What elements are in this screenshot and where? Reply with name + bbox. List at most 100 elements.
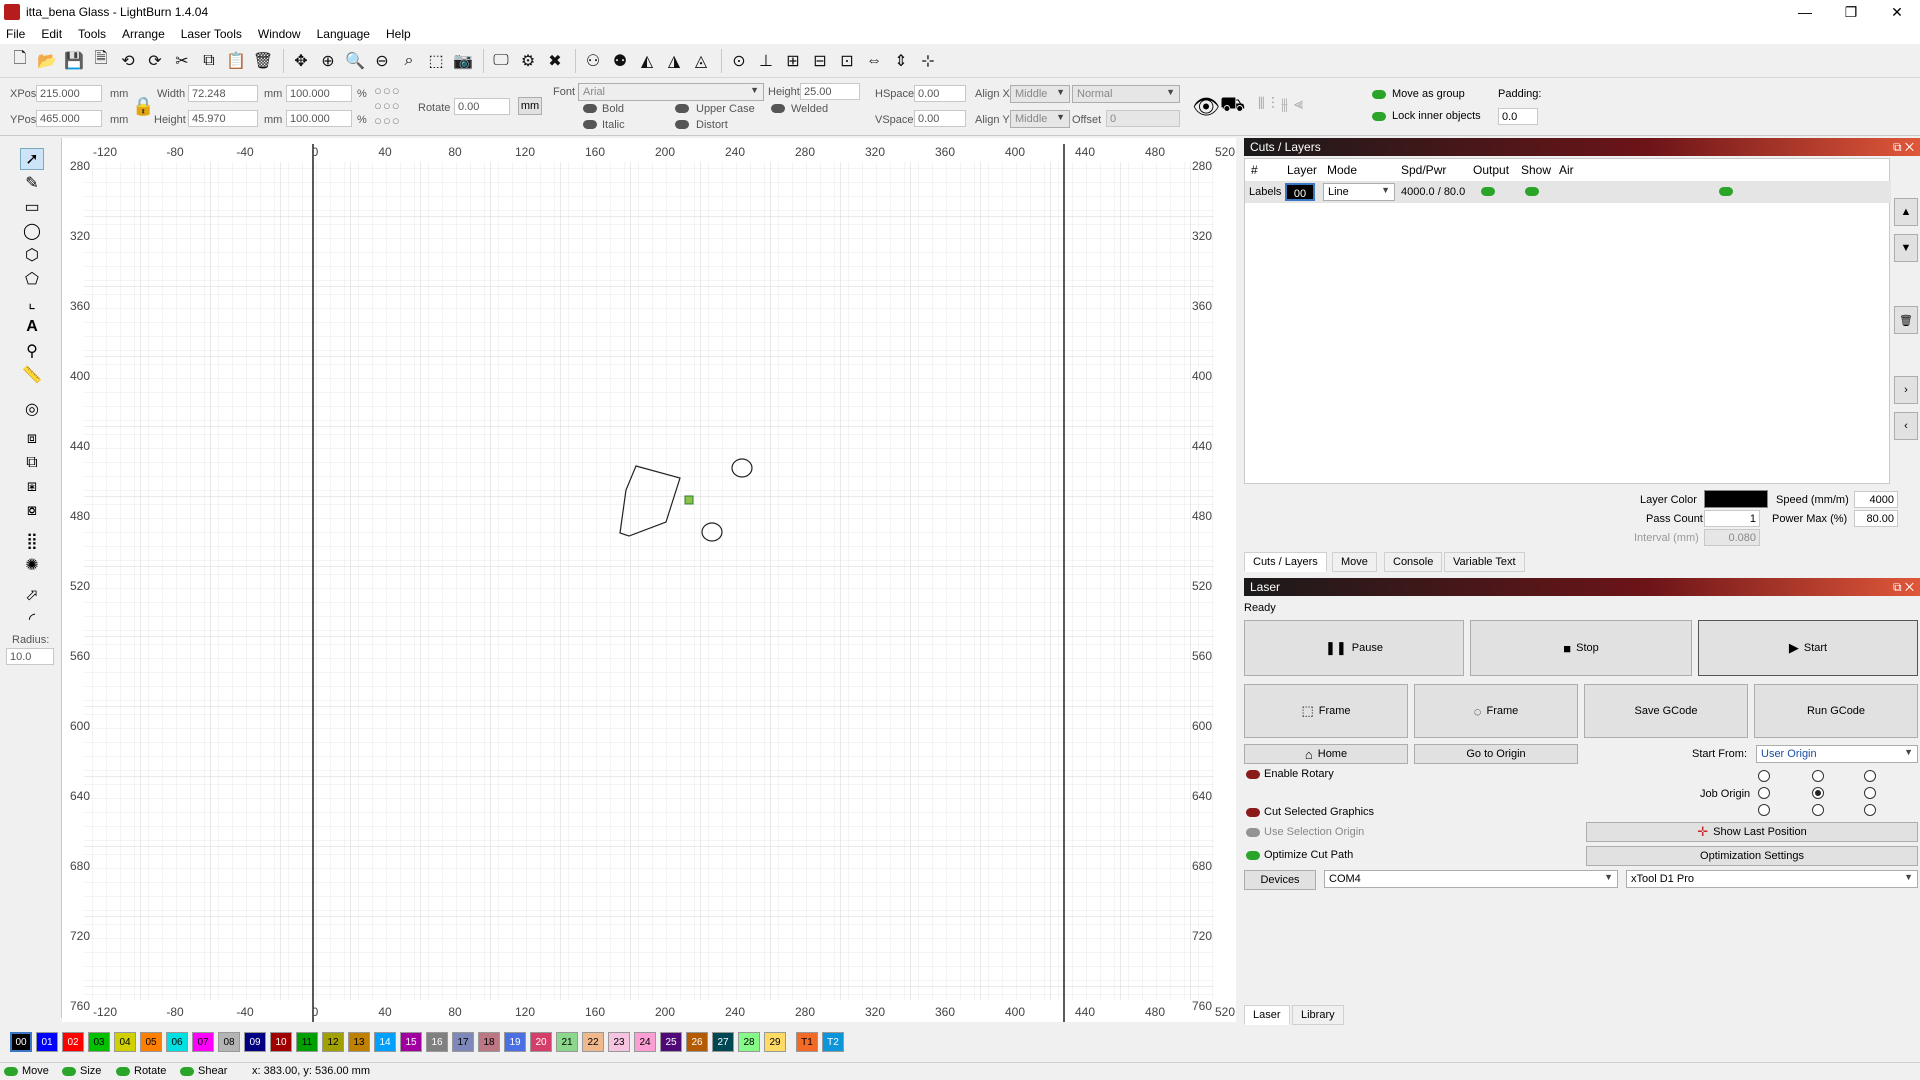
palette-swatch-20[interactable]: 20 bbox=[530, 1032, 552, 1052]
ellipse-tool-icon[interactable]: ◯ bbox=[20, 220, 44, 242]
maximize-button[interactable]: ❐ bbox=[1828, 4, 1874, 21]
job-origin-middle-left[interactable] bbox=[1758, 787, 1770, 799]
zoom-selection-icon[interactable]: ⬚ bbox=[424, 49, 448, 73]
palette-swatch-21[interactable]: 21 bbox=[556, 1032, 578, 1052]
height-percent-input[interactable] bbox=[286, 110, 352, 127]
circular-array-icon[interactable]: ✺ bbox=[20, 554, 44, 576]
new-file-icon[interactable]: 🗋 bbox=[8, 49, 32, 73]
palette-swatch-26[interactable]: 26 bbox=[686, 1032, 708, 1052]
width-percent-input[interactable] bbox=[286, 85, 352, 102]
enable-rotary-toggle[interactable] bbox=[1246, 770, 1260, 779]
bold-toggle[interactable] bbox=[583, 104, 597, 113]
job-origin-bottom-center[interactable] bbox=[1812, 804, 1824, 816]
row-show-toggle[interactable] bbox=[1525, 187, 1539, 196]
palette-swatch-13[interactable]: 13 bbox=[348, 1032, 370, 1052]
palette-swatch-01[interactable]: 01 bbox=[36, 1032, 58, 1052]
expand-right-icon[interactable]: › bbox=[1894, 376, 1918, 404]
run-gcode-button[interactable]: Run GCode bbox=[1754, 684, 1918, 738]
speed-input[interactable] bbox=[1854, 491, 1898, 508]
start-from-select[interactable]: User Origin ▼ bbox=[1756, 745, 1918, 763]
welded-toggle[interactable] bbox=[771, 104, 785, 113]
menu-tools[interactable]: Tools bbox=[78, 27, 106, 41]
open-folder-icon[interactable]: 📂 bbox=[35, 49, 59, 73]
palette-swatch-07[interactable]: 07 bbox=[192, 1032, 214, 1052]
delete-layer-icon[interactable]: 🗑 bbox=[1894, 306, 1918, 334]
save-gcode-button[interactable]: Save GCode bbox=[1584, 684, 1748, 738]
palette-swatch-25[interactable]: 25 bbox=[660, 1032, 682, 1052]
selection-center-marker[interactable] bbox=[684, 495, 694, 505]
tab-move[interactable]: Move bbox=[1332, 552, 1377, 572]
polygon-tool-icon[interactable]: ⬡ bbox=[20, 244, 44, 266]
minimize-button[interactable]: — bbox=[1782, 4, 1828, 21]
lock-inner-objects-toggle[interactable] bbox=[1372, 112, 1386, 121]
palette-swatch-23[interactable]: 23 bbox=[608, 1032, 630, 1052]
center-icon[interactable]: ⊙ bbox=[727, 49, 751, 73]
design-canvas[interactable]: -120 -80 -40 0 40 80 120 160 200 240 280 320 360 400 4… bbox=[62, 138, 1236, 1022]
font-select[interactable]: Arial ▼ bbox=[578, 83, 764, 101]
italic-toggle[interactable] bbox=[583, 120, 597, 129]
delete-icon[interactable]: 🗑 bbox=[251, 49, 275, 73]
job-origin-center[interactable] bbox=[1812, 787, 1824, 799]
undo-icon[interactable]: ⟲ bbox=[116, 49, 140, 73]
palette-swatch-22[interactable]: 22 bbox=[582, 1032, 604, 1052]
ungroup-icon[interactable]: ⚉ bbox=[608, 49, 632, 73]
layer-color-swatch[interactable] bbox=[1704, 490, 1768, 508]
boolean-intersect-icon[interactable]: ⧆ bbox=[20, 476, 44, 498]
close-button[interactable]: ✕ bbox=[1874, 4, 1920, 21]
move-icon[interactable]: ✥ bbox=[289, 49, 313, 73]
palette-swatch-15[interactable]: 15 bbox=[400, 1032, 422, 1052]
tabs-tool-icon[interactable]: ⬀ bbox=[20, 584, 44, 606]
redo-icon[interactable]: ⟳ bbox=[143, 49, 167, 73]
select-tool-icon[interactable]: ➚ bbox=[20, 148, 44, 170]
align-tools-icon[interactable]: ⫴⫶⫵⫷ bbox=[1258, 96, 1309, 114]
zoom-fit-icon[interactable]: 🔍 bbox=[343, 49, 367, 73]
tab-variable-text[interactable]: Variable Text bbox=[1444, 552, 1525, 572]
flip-horizontal-icon[interactable]: ◭ bbox=[635, 49, 659, 73]
offset-tool-icon[interactable]: ◎ bbox=[20, 398, 44, 420]
rotate-input[interactable] bbox=[454, 98, 510, 115]
cut-icon[interactable]: ✂ bbox=[170, 49, 194, 73]
location-pin-icon[interactable]: ⚲ bbox=[20, 340, 44, 362]
weld-icon[interactable]: ⧇ bbox=[20, 500, 44, 522]
text-mode-select[interactable]: Normal ▼ bbox=[1072, 85, 1180, 103]
tab-cuts-layers[interactable]: Cuts / Layers bbox=[1244, 552, 1327, 572]
make-same-width-icon[interactable]: ⇔ bbox=[862, 49, 886, 73]
zoom-in-icon[interactable]: ⊕ bbox=[316, 49, 340, 73]
palette-swatch-29[interactable]: 29 bbox=[764, 1032, 786, 1052]
distribute-v-icon[interactable]: ⊡ bbox=[835, 49, 859, 73]
move-as-group-toggle[interactable] bbox=[1372, 90, 1386, 99]
menu-arrange[interactable]: Arrange bbox=[122, 27, 165, 41]
frame-rect-button[interactable]: ⬚ Frame bbox=[1244, 684, 1408, 738]
palette-swatch-12[interactable]: 12 bbox=[322, 1032, 344, 1052]
tab-laser[interactable]: Laser bbox=[1244, 1005, 1290, 1025]
palette-swatch-17[interactable]: 17 bbox=[452, 1032, 474, 1052]
job-origin-top-right[interactable] bbox=[1864, 770, 1876, 782]
job-origin-bottom-left[interactable] bbox=[1758, 804, 1770, 816]
row-mode-select[interactable]: Line ▼ bbox=[1323, 183, 1395, 201]
menu-laser-tools[interactable]: Laser Tools bbox=[181, 27, 242, 41]
height-input[interactable] bbox=[188, 110, 258, 127]
tools-icon[interactable]: ✖ bbox=[543, 49, 567, 73]
palette-swatch-03[interactable]: 03 bbox=[88, 1032, 110, 1052]
measure-ruler-icon[interactable]: 📏 bbox=[20, 364, 44, 386]
menu-help[interactable]: Help bbox=[386, 27, 411, 41]
distribute-h-icon[interactable]: ⊟ bbox=[808, 49, 832, 73]
boolean-union-icon[interactable]: ⧈ bbox=[20, 428, 44, 450]
stop-button[interactable]: ■ Stop bbox=[1470, 620, 1692, 676]
job-origin-top-center[interactable] bbox=[1812, 770, 1824, 782]
row-air-toggle[interactable] bbox=[1719, 187, 1733, 196]
width-input[interactable] bbox=[188, 85, 258, 102]
monitor-icon[interactable]: 🖵 bbox=[489, 49, 513, 73]
move-layer-up-icon[interactable]: ▲ bbox=[1894, 198, 1918, 226]
mirror-icon[interactable]: ◬ bbox=[689, 49, 713, 73]
palette-swatch-09[interactable]: 09 bbox=[244, 1032, 266, 1052]
pass-count-input[interactable] bbox=[1704, 510, 1760, 527]
save-icon[interactable]: 💾 bbox=[62, 49, 86, 73]
palette-swatch-t2[interactable]: T2 bbox=[822, 1032, 844, 1052]
unit-toggle-button[interactable]: mm bbox=[518, 97, 542, 115]
save-as-icon[interactable]: 🗎 bbox=[89, 49, 113, 73]
size-toggle[interactable] bbox=[62, 1067, 76, 1076]
palette-swatch-00[interactable]: 00 bbox=[10, 1032, 32, 1052]
home-button[interactable]: ⌂ Home bbox=[1244, 744, 1408, 764]
menu-file[interactable]: File bbox=[6, 27, 25, 41]
